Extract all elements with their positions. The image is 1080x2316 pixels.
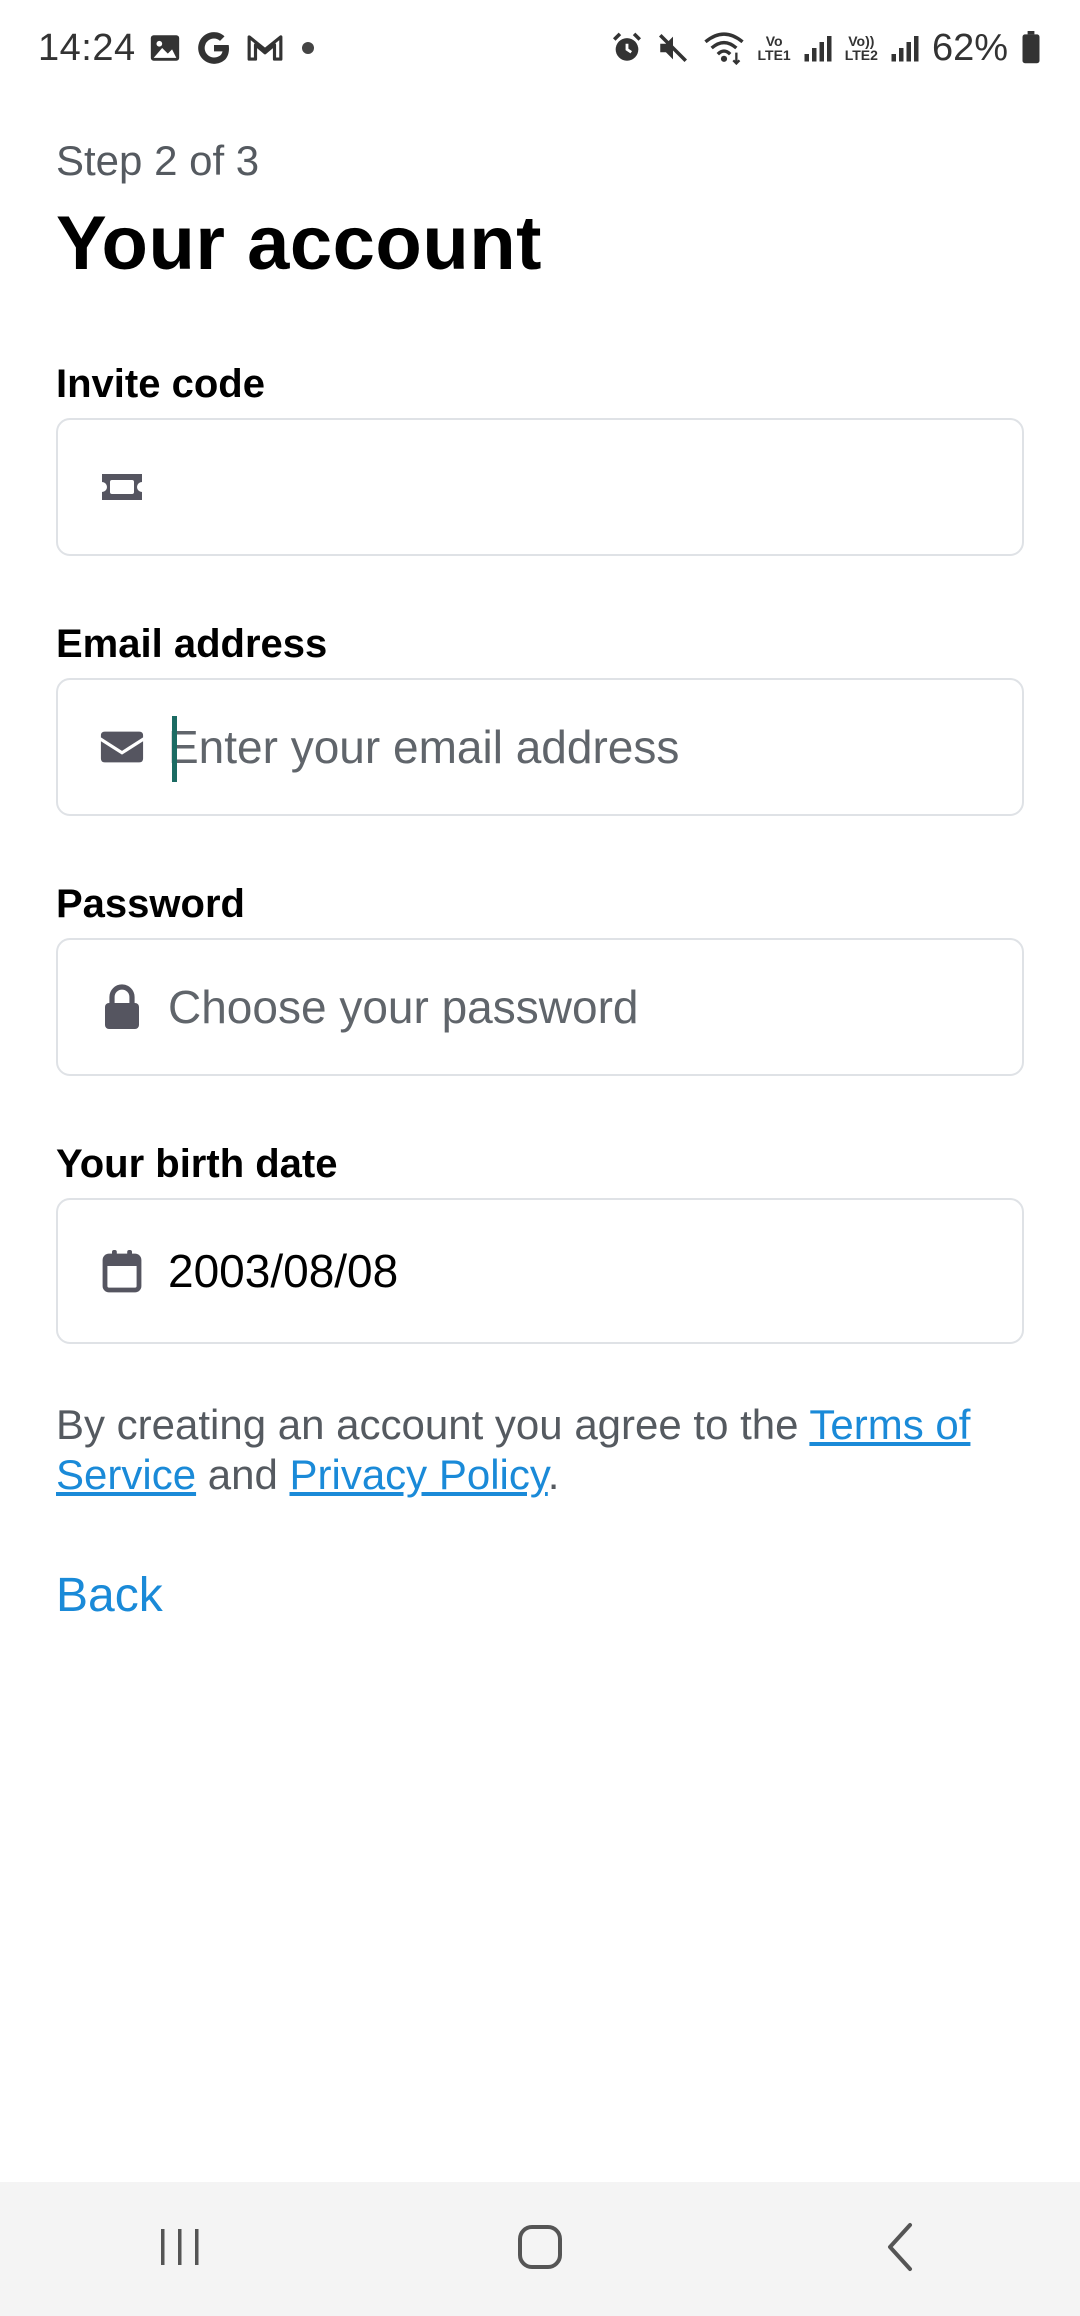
back-icon <box>882 2221 918 2278</box>
password-label: Password <box>56 882 245 926</box>
signal-icon <box>803 33 833 63</box>
battery-percent: 62% <box>931 26 1008 69</box>
invite-code-input[interactable] <box>168 460 968 514</box>
sim1-label: Vo LTE1 <box>758 34 791 62</box>
gallery-icon <box>148 31 182 65</box>
email-input[interactable] <box>168 720 968 774</box>
terms-suffix: . <box>547 1451 560 1498</box>
text-cursor <box>172 716 177 782</box>
sim2-label-bottom: LTE2 <box>844 47 878 63</box>
recent-apps-button[interactable] <box>120 2199 240 2299</box>
email-field[interactable] <box>56 678 1024 816</box>
system-nav-bar <box>0 2182 1080 2316</box>
page-title: Your account <box>56 201 542 286</box>
gmail-icon <box>246 33 284 63</box>
status-right: Vo LTE1 Vo)) LTE2 62% <box>610 27 1042 70</box>
back-button[interactable] <box>840 2199 960 2299</box>
sim2-label: Vo)) LTE2 <box>845 34 878 62</box>
status-bar: 14:24 Vo LTE1 Vo)) LTE2 62% <box>0 0 1080 96</box>
signal-icon <box>890 33 920 63</box>
terms-text: By creating an account you agree to the … <box>56 1400 1024 1500</box>
status-left: 14:24 <box>38 27 314 70</box>
terms-prefix: By creating an account you agree to the <box>56 1401 810 1448</box>
sim2-label-top: Vo)) <box>848 33 875 49</box>
envelope-icon <box>98 723 146 771</box>
terms-middle: and <box>196 1451 290 1498</box>
lock-icon <box>98 983 146 1031</box>
sim1-label-bottom: LTE1 <box>757 47 791 63</box>
sim1-label-top: Vo <box>765 33 783 49</box>
invite-code-field[interactable] <box>56 418 1024 556</box>
birth-date-label: Your birth date <box>56 1142 338 1186</box>
email-label: Email address <box>56 622 328 666</box>
birth-date-field[interactable]: 2003/08/08 <box>56 1198 1024 1344</box>
step-indicator: Step 2 of 3 <box>56 137 260 184</box>
google-icon <box>194 28 234 68</box>
alarm-icon <box>610 31 644 65</box>
invite-code-label: Invite code <box>56 362 265 406</box>
notification-dot-icon <box>301 42 314 54</box>
wifi-icon <box>702 31 746 65</box>
status-time: 14:24 <box>38 26 136 69</box>
password-field[interactable] <box>56 938 1024 1076</box>
battery-icon <box>1020 31 1042 65</box>
password-input[interactable] <box>168 980 968 1034</box>
mute-icon <box>656 31 690 65</box>
privacy-policy-link[interactable]: Privacy Policy <box>289 1451 547 1498</box>
calendar-icon <box>98 1247 146 1295</box>
back-link[interactable]: Back <box>56 1568 163 1623</box>
home-button[interactable] <box>480 2199 600 2299</box>
recent-apps-icon <box>157 2225 203 2274</box>
home-icon <box>516 2223 564 2276</box>
ticket-icon <box>98 463 146 511</box>
birth-date-value: 2003/08/08 <box>168 1245 399 1297</box>
